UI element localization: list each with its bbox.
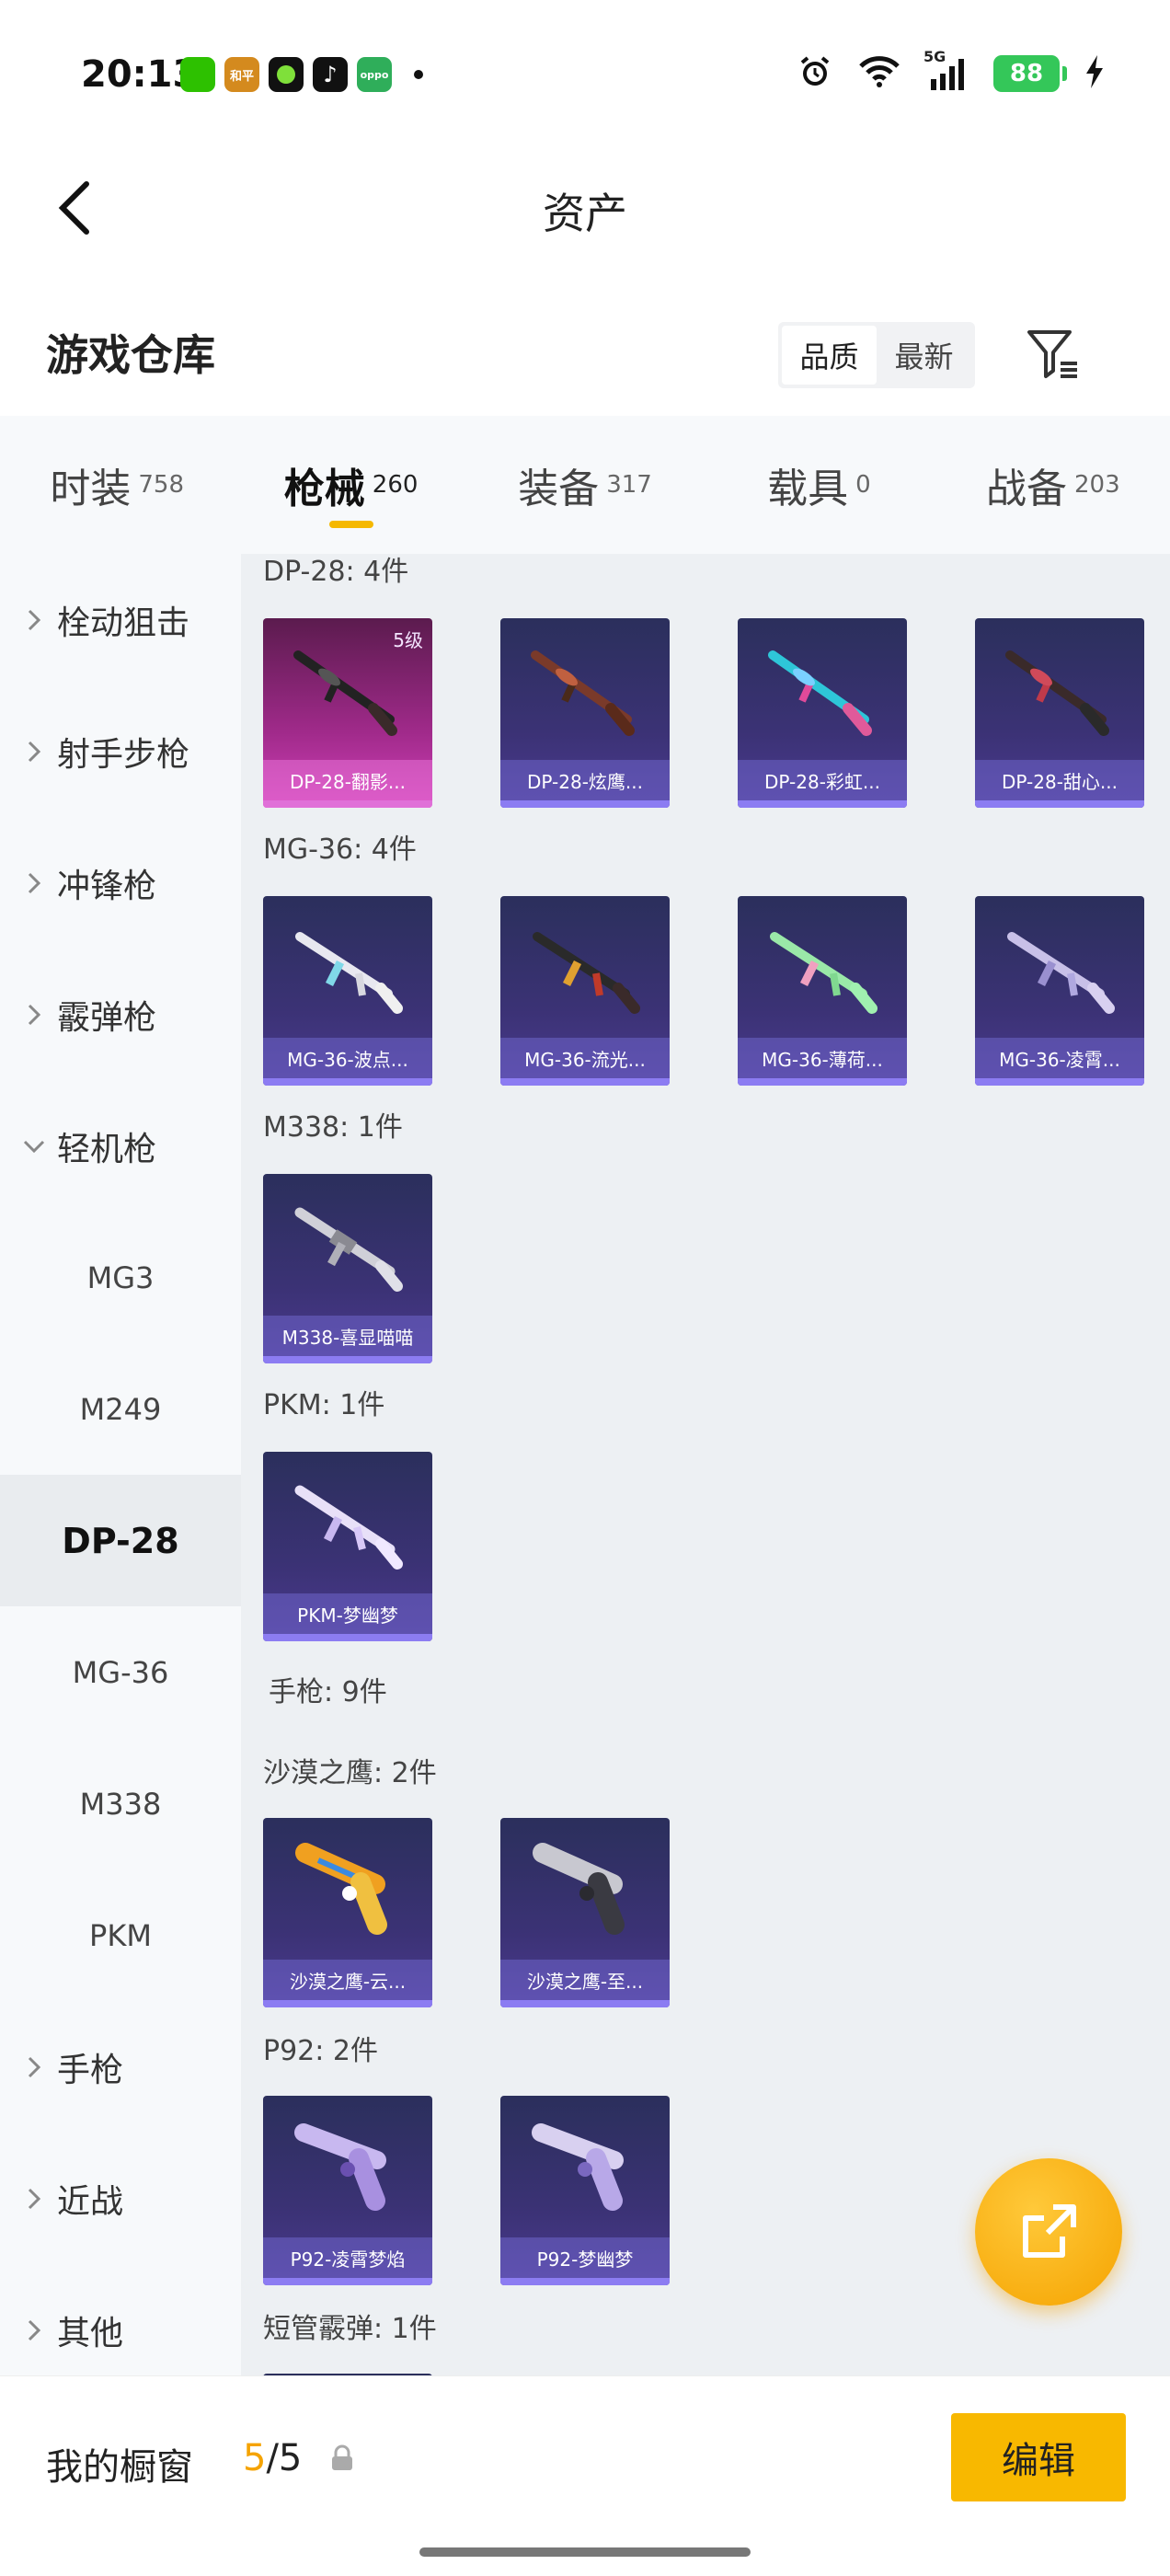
lock-icon (329, 2444, 355, 2476)
skin-card[interactable]: MG-36-凌霄... (975, 896, 1144, 1086)
group-title-mg36: MG-36: 4件 (263, 834, 417, 866)
status-app-icons: 和平 ♪ oppo (180, 57, 423, 92)
sidebar-item-marksman-rifle[interactable]: 射手步枪 (0, 685, 241, 817)
status-indicators: 5G 88 (797, 48, 1106, 94)
lmg-skin-icon (531, 650, 635, 736)
lmg-skin-icon (293, 650, 397, 736)
warehouse-bar: 游戏仓库 品质 最新 (0, 294, 1170, 414)
sidebar-item-lmg[interactable]: 轻机枪 (0, 1080, 241, 1212)
group-title-pistols: 手枪: 9件 (269, 1676, 387, 1708)
wifi-icon (857, 53, 901, 94)
group-title-m338: M338: 1件 (263, 1111, 403, 1144)
rifle-skin-icon (1007, 932, 1115, 1014)
pistol-skin-icon (532, 2123, 624, 2211)
sidebar-subitem-m338[interactable]: M338 (0, 1738, 241, 1869)
sort-toggle: 品质 最新 (778, 322, 975, 388)
sidebar-subitem-mg3[interactable]: MG3 (0, 1212, 241, 1343)
sidebar-subitem-m249[interactable]: M249 (0, 1343, 241, 1475)
app-green-icon (269, 57, 304, 92)
sidebar-item-melee[interactable]: 近战 (0, 2133, 241, 2264)
weapon-skin-grid: DP-28: 4件 5级 DP-28-翻影... DP-28-炫鹰... DP-… (241, 554, 1170, 2375)
skin-card[interactable]: MG-36-流光... (500, 896, 670, 1086)
tab-fashion[interactable]: 时装 758 (0, 416, 234, 554)
lmg-skin-icon (1005, 650, 1109, 736)
sidebar-subitem-mg36[interactable]: MG-36 (0, 1606, 241, 1738)
charging-icon (1084, 53, 1106, 94)
skin-card[interactable]: M338-喜显喵喵 (263, 1174, 432, 1363)
chevron-down-icon (20, 1139, 48, 1154)
status-bar: 20:13 和平 ♪ oppo 5G 88 (0, 0, 1170, 147)
skin-card[interactable]: DP-28-甜心... (975, 618, 1144, 808)
chevron-right-icon (20, 871, 48, 895)
filter-icon (1027, 330, 1077, 378)
skin-card[interactable]: 沙漠之鹰-云... (263, 1818, 432, 2007)
game-app-icon: 和平 (224, 57, 259, 92)
showcase-count: 5/5 (243, 2437, 303, 2479)
group-title-short-shotgun: 短管霰弹: 1件 (263, 2313, 437, 2345)
skin-card[interactable]: 沙漠之鹰-至... (500, 1818, 670, 2007)
chevron-right-icon (20, 2318, 48, 2342)
pistol-skin-icon (294, 2123, 386, 2211)
pistol-skin-icon (533, 1843, 625, 1935)
page-title: 资产 (543, 189, 627, 238)
tab-equipment[interactable]: 装备 317 (468, 416, 702, 554)
lmg-skin-icon (294, 1485, 403, 1570)
cellular-signal-icon: 5G (923, 48, 969, 92)
page-header: 资产 (0, 147, 1170, 267)
warehouse-title: 游戏仓库 (46, 330, 215, 380)
rifle-skin-icon (533, 932, 640, 1014)
sidebar-item-bolt-sniper[interactable]: 栓动狙击 (0, 554, 241, 685)
group-title-dp28: DP-28: 4件 (263, 556, 409, 588)
filter-button[interactable] (1021, 322, 1085, 386)
group-title-desert-eagle: 沙漠之鹰: 2件 (263, 1757, 437, 1789)
tiktok-icon: ♪ (313, 57, 348, 92)
sidebar-item-pistol[interactable]: 手枪 (0, 2001, 241, 2133)
lmg-skin-icon (768, 650, 872, 736)
category-tabs: 时装 758 枪械 260 装备 317 载具 0 战备 203 (0, 416, 1170, 554)
tab-firearms[interactable]: 枪械 260 (234, 416, 467, 554)
skin-card[interactable]: DP-28-彩虹... (738, 618, 907, 808)
chevron-right-icon (20, 2055, 48, 2079)
sort-by-quality[interactable]: 品质 (782, 326, 877, 385)
active-tab-indicator (328, 521, 373, 528)
skin-card[interactable]: P92-梦幽梦 (500, 2096, 670, 2285)
weapon-type-sidebar: 栓动狙击 射手步枪 冲锋枪 霰弹枪 轻机枪 MG3 M249 DP-28 MG-… (0, 554, 241, 2375)
group-title-p92: P92: 2件 (263, 2035, 378, 2067)
lmg-skin-icon (294, 1207, 403, 1292)
group-title-pkm: PKM: 1件 (263, 1389, 385, 1421)
edit-button[interactable]: 编辑 (951, 2413, 1126, 2501)
sidebar-item-smg[interactable]: 冲锋枪 (0, 817, 241, 949)
alarm-icon (797, 53, 833, 94)
skin-card[interactable]: 5级 DP-28-翻影... (263, 618, 432, 808)
skin-card[interactable]: DP-28-炫鹰... (500, 618, 670, 808)
skin-card[interactable]: MG-36-薄荷... (738, 896, 907, 1086)
showcase-label: 我的橱窗 (46, 2446, 193, 2489)
rifle-skin-icon (295, 932, 403, 1014)
sidebar-item-other[interactable]: 其他 (0, 2264, 241, 2375)
sidebar-subitem-dp28[interactable]: DP-28 (0, 1475, 241, 1606)
rifle-skin-icon (770, 932, 878, 1014)
pistol-skin-icon (295, 1843, 387, 1935)
tab-supplies[interactable]: 战备 203 (936, 416, 1170, 554)
oppo-store-icon: oppo (357, 57, 392, 92)
notification-dot (414, 70, 423, 79)
sidebar-item-shotgun[interactable]: 霰弹枪 (0, 949, 241, 1080)
showcase-bar: 我的橱窗 5/5 编辑 (0, 2375, 1170, 2576)
sort-by-newest[interactable]: 最新 (877, 326, 971, 385)
skin-card[interactable]: MG-36-波点... (263, 896, 432, 1086)
share-button[interactable] (975, 2158, 1122, 2306)
chevron-right-icon (20, 608, 48, 632)
battery-indicator: 88 (993, 55, 1067, 92)
share-external-icon (1023, 2204, 1076, 2258)
skin-card[interactable]: PKM-梦幽梦 (263, 1452, 432, 1641)
skin-card[interactable]: P92-凌霄梦焰 (263, 2096, 432, 2285)
wechat-icon (180, 57, 215, 92)
chevron-right-icon (20, 740, 48, 764)
sidebar-subitem-pkm[interactable]: PKM (0, 1869, 241, 2001)
home-indicator[interactable] (419, 2547, 751, 2557)
tab-vehicles[interactable]: 载具 0 (702, 416, 935, 554)
chevron-right-icon (20, 2187, 48, 2211)
chevron-right-icon (20, 1003, 48, 1027)
